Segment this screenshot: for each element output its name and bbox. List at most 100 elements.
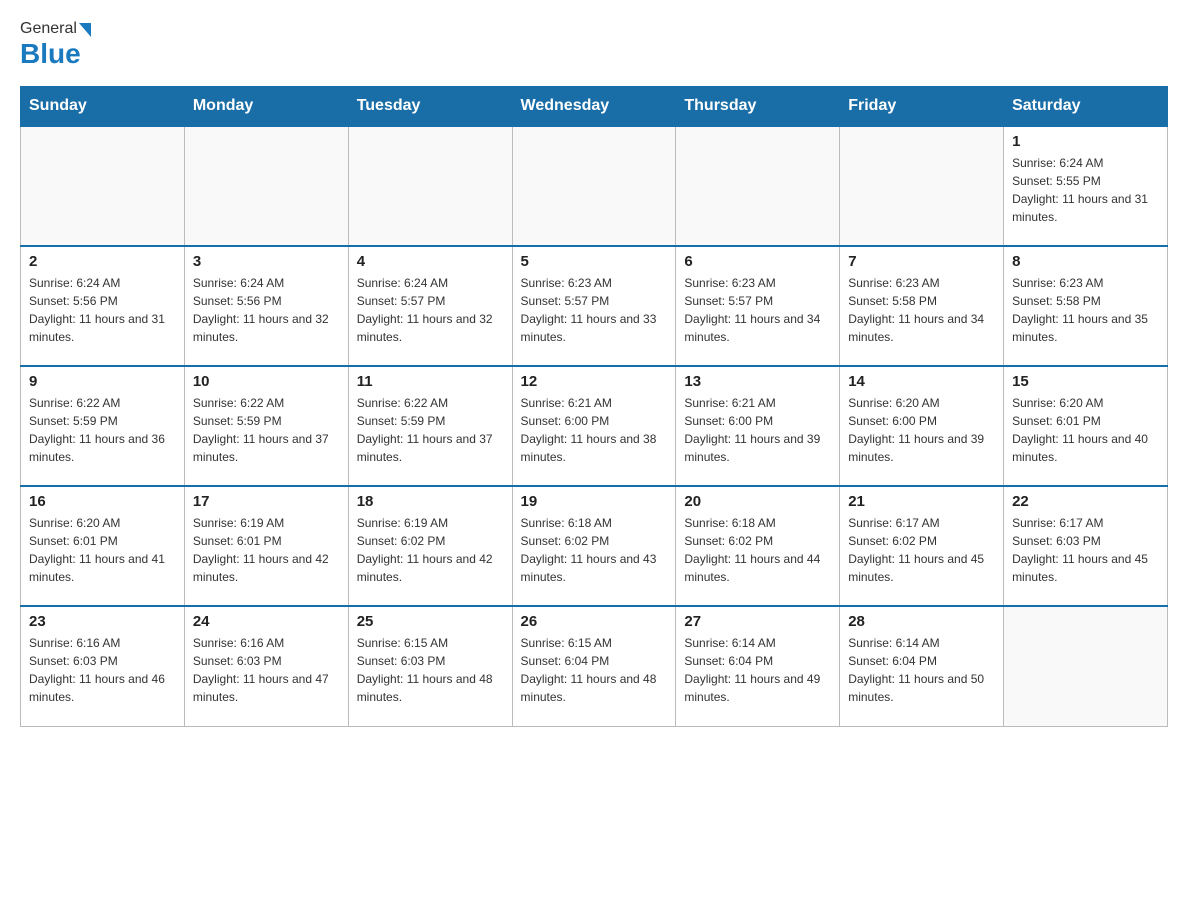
day-info: Sunrise: 6:24 AMSunset: 5:56 PMDaylight:… <box>29 274 176 346</box>
calendar-cell <box>840 126 1004 246</box>
calendar-cell: 9 Sunrise: 6:22 AMSunset: 5:59 PMDaylight… <box>21 366 185 486</box>
day-info: Sunrise: 6:14 AMSunset: 6:04 PMDaylight:… <box>848 634 995 706</box>
calendar-cell: 16 Sunrise: 6:20 AMSunset: 6:01 PMDayligh… <box>21 486 185 606</box>
day-info: Sunrise: 6:15 AMSunset: 6:04 PMDaylight:… <box>521 634 668 706</box>
day-info: Sunrise: 6:23 AMSunset: 5:57 PMDaylight:… <box>521 274 668 346</box>
week-row-5: 23Sunrise: 6:16 AMSunset: 6:03 PMDayligh… <box>21 606 1168 726</box>
day-info: Sunrise: 6:18 AMSunset: 6:02 PMDaylight:… <box>684 514 831 586</box>
day-number: 16 <box>29 493 176 510</box>
day-number: 13 <box>684 373 831 390</box>
calendar-cell: 2 Sunrise: 6:24 AMSunset: 5:56 PMDaylight… <box>21 246 185 366</box>
calendar-cell: 23Sunrise: 6:16 AMSunset: 6:03 PMDayligh… <box>21 606 185 726</box>
day-info: Sunrise: 6:20 AMSunset: 6:01 PMDaylight:… <box>1012 394 1159 466</box>
calendar-cell <box>1004 606 1168 726</box>
calendar-cell: 5 Sunrise: 6:23 AMSunset: 5:57 PMDaylight… <box>512 246 676 366</box>
weekday-header-sunday: Sunday <box>21 87 185 127</box>
logo-general-text: General <box>20 20 77 38</box>
day-info: Sunrise: 6:18 AMSunset: 6:02 PMDaylight:… <box>521 514 668 586</box>
calendar-cell: 21 Sunrise: 6:17 AMSunset: 6:02 PMDayligh… <box>840 486 1004 606</box>
day-info: Sunrise: 6:23 AMSunset: 5:57 PMDaylight:… <box>684 274 831 346</box>
day-number: 26 <box>521 613 668 630</box>
weekday-header-friday: Friday <box>840 87 1004 127</box>
day-number: 20 <box>684 493 831 510</box>
day-number: 11 <box>357 373 504 390</box>
day-info: Sunrise: 6:22 AMSunset: 5:59 PMDaylight:… <box>29 394 176 466</box>
week-row-1: 1Sunrise: 6:24 AMSunset: 5:55 PMDaylight… <box>21 126 1168 246</box>
calendar-cell: 3 Sunrise: 6:24 AMSunset: 5:56 PMDaylight… <box>184 246 348 366</box>
weekday-header-saturday: Saturday <box>1004 87 1168 127</box>
day-number: 21 <box>848 493 995 510</box>
calendar-cell: 4Sunrise: 6:24 AMSunset: 5:57 PMDaylight… <box>348 246 512 366</box>
calendar-cell: 8 Sunrise: 6:23 AMSunset: 5:58 PMDaylight… <box>1004 246 1168 366</box>
calendar-cell: 20 Sunrise: 6:18 AMSunset: 6:02 PMDayligh… <box>676 486 840 606</box>
day-info: Sunrise: 6:23 AMSunset: 5:58 PMDaylight:… <box>848 274 995 346</box>
logo: General Blue <box>20 20 91 70</box>
calendar-cell: 15 Sunrise: 6:20 AMSunset: 6:01 PMDayligh… <box>1004 366 1168 486</box>
weekday-header-wednesday: Wednesday <box>512 87 676 127</box>
calendar-cell: 27 Sunrise: 6:14 AMSunset: 6:04 PMDayligh… <box>676 606 840 726</box>
day-number: 7 <box>848 253 995 270</box>
calendar-cell: 17 Sunrise: 6:19 AMSunset: 6:01 PMDayligh… <box>184 486 348 606</box>
day-number: 22 <box>1012 493 1159 510</box>
calendar-cell: 28 Sunrise: 6:14 AMSunset: 6:04 PMDayligh… <box>840 606 1004 726</box>
calendar-cell: 11 Sunrise: 6:22 AMSunset: 5:59 PMDayligh… <box>348 366 512 486</box>
day-number: 19 <box>521 493 668 510</box>
day-number: 17 <box>193 493 340 510</box>
day-info: Sunrise: 6:24 AMSunset: 5:56 PMDaylight:… <box>193 274 340 346</box>
day-info: Sunrise: 6:24 AMSunset: 5:57 PMDaylight:… <box>357 274 504 346</box>
week-row-3: 9 Sunrise: 6:22 AMSunset: 5:59 PMDaylight… <box>21 366 1168 486</box>
day-number: 9 <box>29 373 176 390</box>
calendar-cell <box>348 126 512 246</box>
day-info: Sunrise: 6:22 AMSunset: 5:59 PMDaylight:… <box>193 394 340 466</box>
day-number: 28 <box>848 613 995 630</box>
day-number: 8 <box>1012 253 1159 270</box>
day-info: Sunrise: 6:16 AMSunset: 6:03 PMDaylight:… <box>193 634 340 706</box>
day-info: Sunrise: 6:21 AMSunset: 6:00 PMDaylight:… <box>684 394 831 466</box>
weekday-header-tuesday: Tuesday <box>348 87 512 127</box>
calendar-cell: 26 Sunrise: 6:15 AMSunset: 6:04 PMDayligh… <box>512 606 676 726</box>
calendar-cell: 22 Sunrise: 6:17 AMSunset: 6:03 PMDayligh… <box>1004 486 1168 606</box>
day-info: Sunrise: 6:23 AMSunset: 5:58 PMDaylight:… <box>1012 274 1159 346</box>
calendar-cell: 19 Sunrise: 6:18 AMSunset: 6:02 PMDayligh… <box>512 486 676 606</box>
day-info: Sunrise: 6:21 AMSunset: 6:00 PMDaylight:… <box>521 394 668 466</box>
day-number: 14 <box>848 373 995 390</box>
day-number: 2 <box>29 253 176 270</box>
day-number: 5 <box>521 253 668 270</box>
day-number: 12 <box>521 373 668 390</box>
day-info: Sunrise: 6:17 AMSunset: 6:02 PMDaylight:… <box>848 514 995 586</box>
calendar-cell: 7 Sunrise: 6:23 AMSunset: 5:58 PMDaylight… <box>840 246 1004 366</box>
calendar-cell <box>676 126 840 246</box>
day-info: Sunrise: 6:14 AMSunset: 6:04 PMDaylight:… <box>684 634 831 706</box>
day-number: 25 <box>357 613 504 630</box>
week-row-4: 16 Sunrise: 6:20 AMSunset: 6:01 PMDayligh… <box>21 486 1168 606</box>
weekday-header-monday: Monday <box>184 87 348 127</box>
calendar-cell: 18Sunrise: 6:19 AMSunset: 6:02 PMDayligh… <box>348 486 512 606</box>
week-row-2: 2 Sunrise: 6:24 AMSunset: 5:56 PMDaylight… <box>21 246 1168 366</box>
calendar-cell: 13 Sunrise: 6:21 AMSunset: 6:00 PMDayligh… <box>676 366 840 486</box>
day-info: Sunrise: 6:19 AMSunset: 6:01 PMDaylight:… <box>193 514 340 586</box>
calendar-cell <box>21 126 185 246</box>
logo-arrow-icon <box>79 23 91 37</box>
day-number: 24 <box>193 613 340 630</box>
day-number: 6 <box>684 253 831 270</box>
day-number: 10 <box>193 373 340 390</box>
calendar-cell: 24 Sunrise: 6:16 AMSunset: 6:03 PMDayligh… <box>184 606 348 726</box>
day-info: Sunrise: 6:17 AMSunset: 6:03 PMDaylight:… <box>1012 514 1159 586</box>
day-info: Sunrise: 6:22 AMSunset: 5:59 PMDaylight:… <box>357 394 504 466</box>
weekday-header-thursday: Thursday <box>676 87 840 127</box>
day-number: 3 <box>193 253 340 270</box>
day-number: 27 <box>684 613 831 630</box>
day-number: 15 <box>1012 373 1159 390</box>
day-info: Sunrise: 6:20 AMSunset: 6:00 PMDaylight:… <box>848 394 995 466</box>
day-info: Sunrise: 6:15 AMSunset: 6:03 PMDaylight:… <box>357 634 504 706</box>
calendar-cell: 12 Sunrise: 6:21 AMSunset: 6:00 PMDayligh… <box>512 366 676 486</box>
day-info: Sunrise: 6:16 AMSunset: 6:03 PMDaylight:… <box>29 634 176 706</box>
calendar-cell <box>184 126 348 246</box>
calendar-cell: 14 Sunrise: 6:20 AMSunset: 6:00 PMDayligh… <box>840 366 1004 486</box>
calendar-cell: 6 Sunrise: 6:23 AMSunset: 5:57 PMDaylight… <box>676 246 840 366</box>
page-header: General Blue <box>20 20 1168 70</box>
calendar-cell: 10 Sunrise: 6:22 AMSunset: 5:59 PMDayligh… <box>184 366 348 486</box>
day-info: Sunrise: 6:24 AMSunset: 5:55 PMDaylight:… <box>1012 154 1159 226</box>
day-info: Sunrise: 6:20 AMSunset: 6:01 PMDaylight:… <box>29 514 176 586</box>
day-info: Sunrise: 6:19 AMSunset: 6:02 PMDaylight:… <box>357 514 504 586</box>
